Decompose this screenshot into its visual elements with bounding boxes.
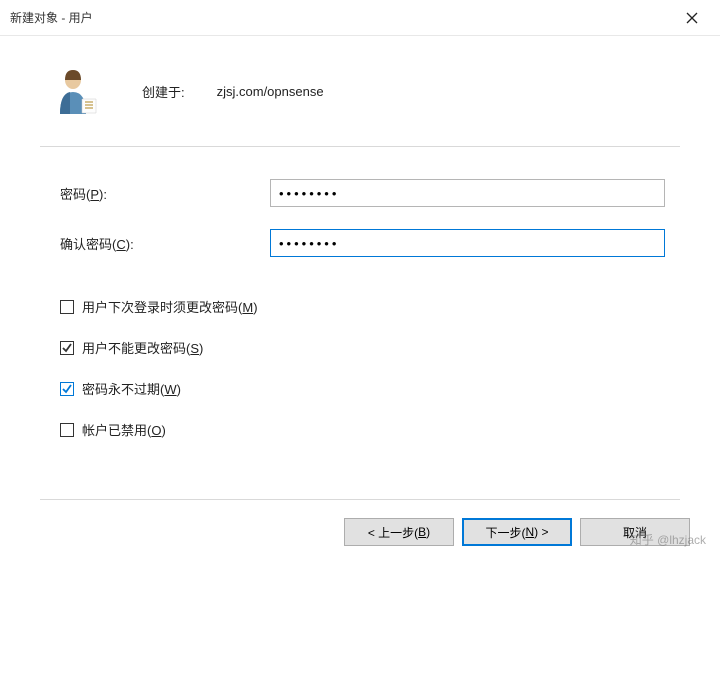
checkbox-label: 密码永不过期(W) — [82, 379, 181, 398]
close-button[interactable] — [672, 0, 712, 36]
header-section: 创建于: zjsj.com/opnsense — [0, 36, 720, 140]
password-label: 密码(P): — [60, 184, 270, 203]
created-in-value: zjsj.com/opnsense — [217, 84, 324, 99]
account-disabled-checkbox[interactable]: 帐户已禁用(O) — [60, 420, 720, 439]
next-button[interactable]: 下一步(N) > — [462, 518, 572, 546]
back-button[interactable]: < 上一步(B) — [344, 518, 454, 546]
checkbox-label: 用户不能更改密码(S) — [82, 338, 203, 357]
titlebar: 新建对象 - 用户 — [0, 0, 720, 36]
created-in-label: 创建于: — [142, 82, 185, 101]
password-never-expires-checkbox[interactable]: 密码永不过期(W) — [60, 379, 720, 398]
checkbox-label: 用户下次登录时须更改密码(M) — [82, 297, 258, 316]
cancel-button[interactable]: 取消 — [580, 518, 690, 546]
checkbox-section: 用户下次登录时须更改密码(M) 用户不能更改密码(S) 密码永不过期(W) 帐户… — [0, 279, 720, 439]
password-input[interactable] — [270, 179, 665, 207]
confirm-password-input[interactable] — [270, 229, 665, 257]
checkbox-icon — [60, 300, 74, 314]
checkbox-icon — [60, 341, 74, 355]
checkbox-icon — [60, 423, 74, 437]
checkbox-icon — [60, 382, 74, 396]
form-section: 密码(P): 确认密码(C): — [0, 151, 720, 257]
confirm-password-row: 确认密码(C): — [60, 229, 680, 257]
checkbox-label: 帐户已禁用(O) — [82, 420, 166, 439]
window-title: 新建对象 - 用户 — [10, 9, 672, 26]
button-bar: < 上一步(B) 下一步(N) > 取消 知乎 @lhzjack — [0, 500, 720, 546]
must-change-password-checkbox[interactable]: 用户下次登录时须更改密码(M) — [60, 297, 720, 316]
confirm-password-label: 确认密码(C): — [60, 234, 270, 253]
divider-top — [40, 146, 680, 147]
close-icon — [686, 12, 698, 24]
user-icon — [50, 66, 100, 116]
cannot-change-password-checkbox[interactable]: 用户不能更改密码(S) — [60, 338, 720, 357]
password-row: 密码(P): — [60, 179, 680, 207]
